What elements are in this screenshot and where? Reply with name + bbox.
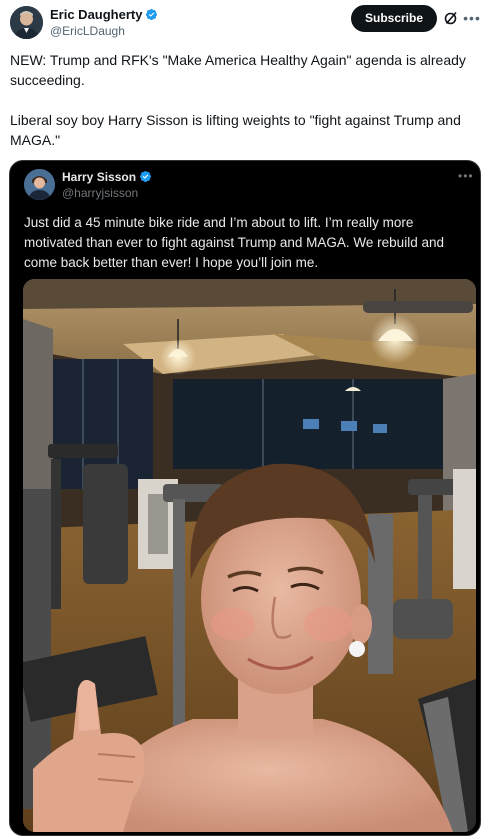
quoted-author-name[interactable]: Harry Sisson	[62, 170, 152, 185]
gym-selfie-photo[interactable]	[23, 279, 476, 832]
author-handle[interactable]: @EricLDaugh	[50, 24, 125, 39]
quoted-post[interactable]: Harry Sisson @harryjsisson ••• Just did …	[9, 160, 481, 836]
author-name[interactable]: Eric Daugherty	[50, 7, 158, 23]
quoted-post-text: Just did a 45 minute bike ride and I’m a…	[24, 215, 444, 270]
quoted-author-handle[interactable]: @harryjsisson	[62, 186, 138, 201]
post-paragraph: Liberal soy boy Harry Sisson is lifting …	[10, 112, 461, 148]
verified-badge-icon	[139, 170, 152, 183]
author-avatar[interactable]	[10, 6, 43, 39]
post-header: Eric Daugherty @EricLDaugh Subscribe •••	[10, 4, 480, 44]
more-icon[interactable]: •••	[462, 8, 482, 28]
grok-icon[interactable]	[443, 10, 459, 26]
post-body: NEW: Trump and RFK's "Make America Healt…	[10, 50, 478, 150]
post-paragraph: NEW: Trump and RFK's "Make America Healt…	[10, 52, 466, 88]
verified-badge-icon	[146, 8, 158, 21]
quoted-author-avatar[interactable]	[24, 169, 55, 200]
subscribe-button[interactable]: Subscribe	[351, 5, 437, 32]
quoted-more-icon[interactable]: •••	[458, 169, 474, 183]
